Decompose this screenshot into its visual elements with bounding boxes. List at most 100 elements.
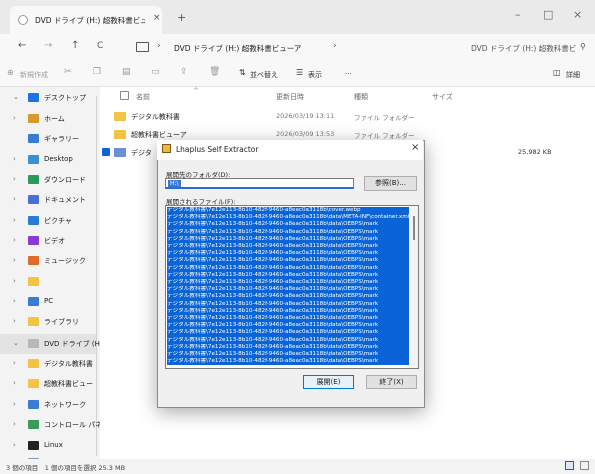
- expand-chevron-icon[interactable]: ›: [13, 400, 16, 408]
- extract-file-item[interactable]: デジタル教科書\7e12e113-8b10-482f-9460-a8eac0a3…: [167, 293, 409, 301]
- new-tab-button[interactable]: +: [177, 11, 186, 24]
- cut-icon[interactable]: ✂: [64, 67, 72, 77]
- extract-file-item[interactable]: デジタル教科書\7e12e113-8b10-482f-9460-a8eac0a3…: [167, 358, 409, 366]
- column-header-name[interactable]: 名前: [136, 92, 150, 102]
- expand-chevron-icon[interactable]: ›: [13, 216, 16, 224]
- extract-file-item[interactable]: デジタル教科書\7e12e113-8b10-482f-9460-a8eac0a3…: [167, 322, 409, 330]
- share-icon[interactable]: ⇪: [180, 67, 188, 77]
- extract-file-item[interactable]: デジタル教科書\7e12e113-8b10-482f-9460-a8eac0a3…: [167, 343, 409, 351]
- sort-button[interactable]: 並べ替え: [250, 70, 278, 80]
- expand-chevron-icon[interactable]: ›: [13, 441, 16, 449]
- expand-chevron-icon[interactable]: ›: [13, 297, 16, 305]
- address-chevron-icon[interactable]: ›: [333, 41, 337, 51]
- maximize-button[interactable]: □: [543, 8, 553, 21]
- sidebar-item[interactable]: ⌄ DVD ドライブ (H: [0, 334, 100, 354]
- column-header-date[interactable]: 更新日時: [276, 92, 304, 102]
- files-list-scroll-thumb[interactable]: [413, 216, 415, 240]
- sidebar-item[interactable]: ›: [0, 272, 96, 292]
- sidebar-item[interactable]: › PC: [0, 292, 96, 312]
- sidebar-item[interactable]: › ホーム: [0, 109, 96, 129]
- search-icon[interactable]: ⚲: [580, 42, 586, 51]
- column-header-size[interactable]: サイズ: [432, 92, 453, 102]
- destination-folder-input[interactable]: H:\: [165, 178, 354, 189]
- expand-chevron-icon[interactable]: ⌄: [13, 93, 19, 101]
- row-checkbox[interactable]: [102, 148, 110, 156]
- sidebar-item[interactable]: › ダウンロード: [0, 170, 96, 190]
- rename-icon[interactable]: ▭: [151, 67, 160, 77]
- file-row[interactable]: デジタル教科書 2026/03/19 13:11 ファイル フォルダー: [106, 108, 595, 126]
- expand-chevron-icon[interactable]: ›: [13, 359, 16, 367]
- copy-icon[interactable]: ❐: [93, 67, 101, 77]
- extract-file-item[interactable]: デジタル教科書\7e12e113-8b10-482f-9460-a8eac0a3…: [167, 315, 409, 323]
- expand-chevron-icon[interactable]: ›: [13, 420, 16, 428]
- sidebar-item[interactable]: ギャラリー: [0, 129, 96, 149]
- expand-chevron-icon[interactable]: ›: [13, 114, 16, 122]
- search-input[interactable]: DVD ドライブ (H:) 超教科書ビ: [471, 43, 576, 54]
- file-size: 25,982 KB: [518, 148, 552, 156]
- extract-file-item[interactable]: デジタル教科書\7e12e113-8b10-482f-9460-a8eac0a3…: [167, 221, 409, 229]
- details-view-toggle[interactable]: [565, 461, 574, 470]
- extract-button[interactable]: 展開(E): [303, 375, 354, 389]
- files-list-scrollbar[interactable]: [409, 206, 418, 368]
- refresh-button[interactable]: C: [97, 41, 103, 51]
- select-all-checkbox[interactable]: [120, 91, 129, 100]
- expand-chevron-icon[interactable]: ›: [13, 236, 16, 244]
- sidebar-item[interactable]: › Desktop: [0, 150, 96, 170]
- more-button[interactable]: ···: [345, 70, 352, 78]
- extract-file-item[interactable]: デジタル教科書\7e12e113-8b10-482f-9460-a8eac0a3…: [167, 279, 409, 287]
- sidebar-item[interactable]: › デジタル教科書: [0, 354, 96, 374]
- extract-file-item[interactable]: デジタル教科書\7e12e113-8b10-482f-9460-a8eac0a3…: [167, 257, 409, 265]
- close-window-button[interactable]: ×: [573, 8, 582, 21]
- expand-chevron-icon[interactable]: ›: [13, 317, 16, 325]
- tab-dvd-drive[interactable]: DVD ドライブ (H:) 超教科書ビューア ×: [10, 6, 162, 34]
- address-bar[interactable]: DVD ドライブ (H:) 超教科書ビューア: [174, 43, 301, 54]
- expand-chevron-icon[interactable]: ›: [13, 379, 16, 387]
- sidebar-item[interactable]: › ミュージック: [0, 251, 96, 271]
- sidebar-item[interactable]: › 超教科書ビュー: [0, 374, 96, 394]
- extract-file-item[interactable]: デジタル教科書\7e12e113-8b10-482f-9460-a8eac0a3…: [167, 228, 409, 236]
- minimize-button[interactable]: –: [515, 8, 521, 21]
- extract-file-item[interactable]: デジタル教科書\7e12e113-8b10-482f-9460-a8eac0a3…: [167, 286, 409, 294]
- extract-file-item[interactable]: デジタル教科書\7e12e113-8b10-482f-9460-a8eac0a3…: [167, 264, 409, 272]
- extract-file-item[interactable]: デジタル教科書\7e12e113-8b10-482f-9460-a8eac0a3…: [167, 336, 409, 344]
- extract-file-item[interactable]: デジタル教科書\7e12e113-8b10-482f-9460-a8eac0a3…: [167, 329, 409, 337]
- delete-icon[interactable]: 🗑: [209, 67, 220, 77]
- sidebar-item[interactable]: › ネットワーク: [0, 395, 96, 415]
- expand-chevron-icon[interactable]: ›: [13, 195, 16, 203]
- extract-file-item[interactable]: デジタル教科書\7e12e113-8b10-482f-9460-a8eac0a3…: [167, 351, 409, 359]
- extract-file-item[interactable]: デジタル教科書\7e12e113-8b10-482f-9460-a8eac0a3…: [167, 243, 409, 251]
- extract-file-item[interactable]: デジタル教科書\7e12e113-8b10-482f-9460-a8eac0a3…: [167, 207, 409, 215]
- expand-chevron-icon[interactable]: ⌄: [13, 339, 19, 347]
- files-to-extract-list[interactable]: デジタル教科書\7e12e113-8b10-482f-9460-a8eac0a3…: [165, 205, 419, 369]
- browse-button[interactable]: 参照(B)...: [364, 176, 417, 191]
- sidebar-item[interactable]: › ドキュメント: [0, 190, 96, 210]
- up-button[interactable]: ↑: [71, 40, 79, 51]
- expand-chevron-icon[interactable]: ›: [13, 175, 16, 183]
- extract-file-item[interactable]: デジタル教科書\7e12e113-8b10-482f-9460-a8eac0a3…: [167, 214, 409, 222]
- expand-chevron-icon[interactable]: ›: [13, 155, 16, 163]
- expand-chevron-icon[interactable]: ›: [13, 256, 16, 264]
- extract-file-item[interactable]: デジタル教科書\7e12e113-8b10-482f-9460-a8eac0a3…: [167, 271, 409, 279]
- navigation-pane-scrollbar[interactable]: [96, 96, 97, 456]
- forward-button[interactable]: →: [44, 40, 52, 51]
- view-button[interactable]: 表示: [308, 70, 322, 80]
- extract-file-item[interactable]: デジタル教科書\7e12e113-8b10-482f-9460-a8eac0a3…: [167, 235, 409, 243]
- dialog-close-button[interactable]: ×: [411, 142, 419, 153]
- details-button[interactable]: 詳細: [566, 70, 580, 80]
- column-header-type[interactable]: 種類: [354, 92, 368, 102]
- paste-icon[interactable]: ▤: [122, 67, 131, 77]
- extract-file-item[interactable]: デジタル教科書\7e12e113-8b10-482f-9460-a8eac0a3…: [167, 250, 409, 258]
- sidebar-item[interactable]: › コントロール パネ: [0, 415, 102, 435]
- extract-file-item[interactable]: デジタル教科書\7e12e113-8b10-482f-9460-a8eac0a3…: [167, 307, 409, 315]
- sidebar-item[interactable]: › ピクチャ: [0, 211, 96, 231]
- tiles-view-toggle[interactable]: [580, 461, 589, 470]
- tab-close-icon[interactable]: ×: [153, 13, 161, 23]
- back-button[interactable]: ←: [18, 40, 26, 51]
- sidebar-item[interactable]: ⌄ デスクトップ: [0, 88, 96, 108]
- sidebar-item[interactable]: › ライブラリ: [0, 312, 96, 332]
- sidebar-item[interactable]: › ビデオ: [0, 231, 96, 251]
- expand-chevron-icon[interactable]: ›: [13, 277, 16, 285]
- new-button[interactable]: 新規作成: [20, 70, 48, 80]
- quit-button[interactable]: 終了(X): [366, 375, 417, 389]
- extract-file-item[interactable]: デジタル教科書\7e12e113-8b10-482f-9460-a8eac0a3…: [167, 300, 409, 308]
